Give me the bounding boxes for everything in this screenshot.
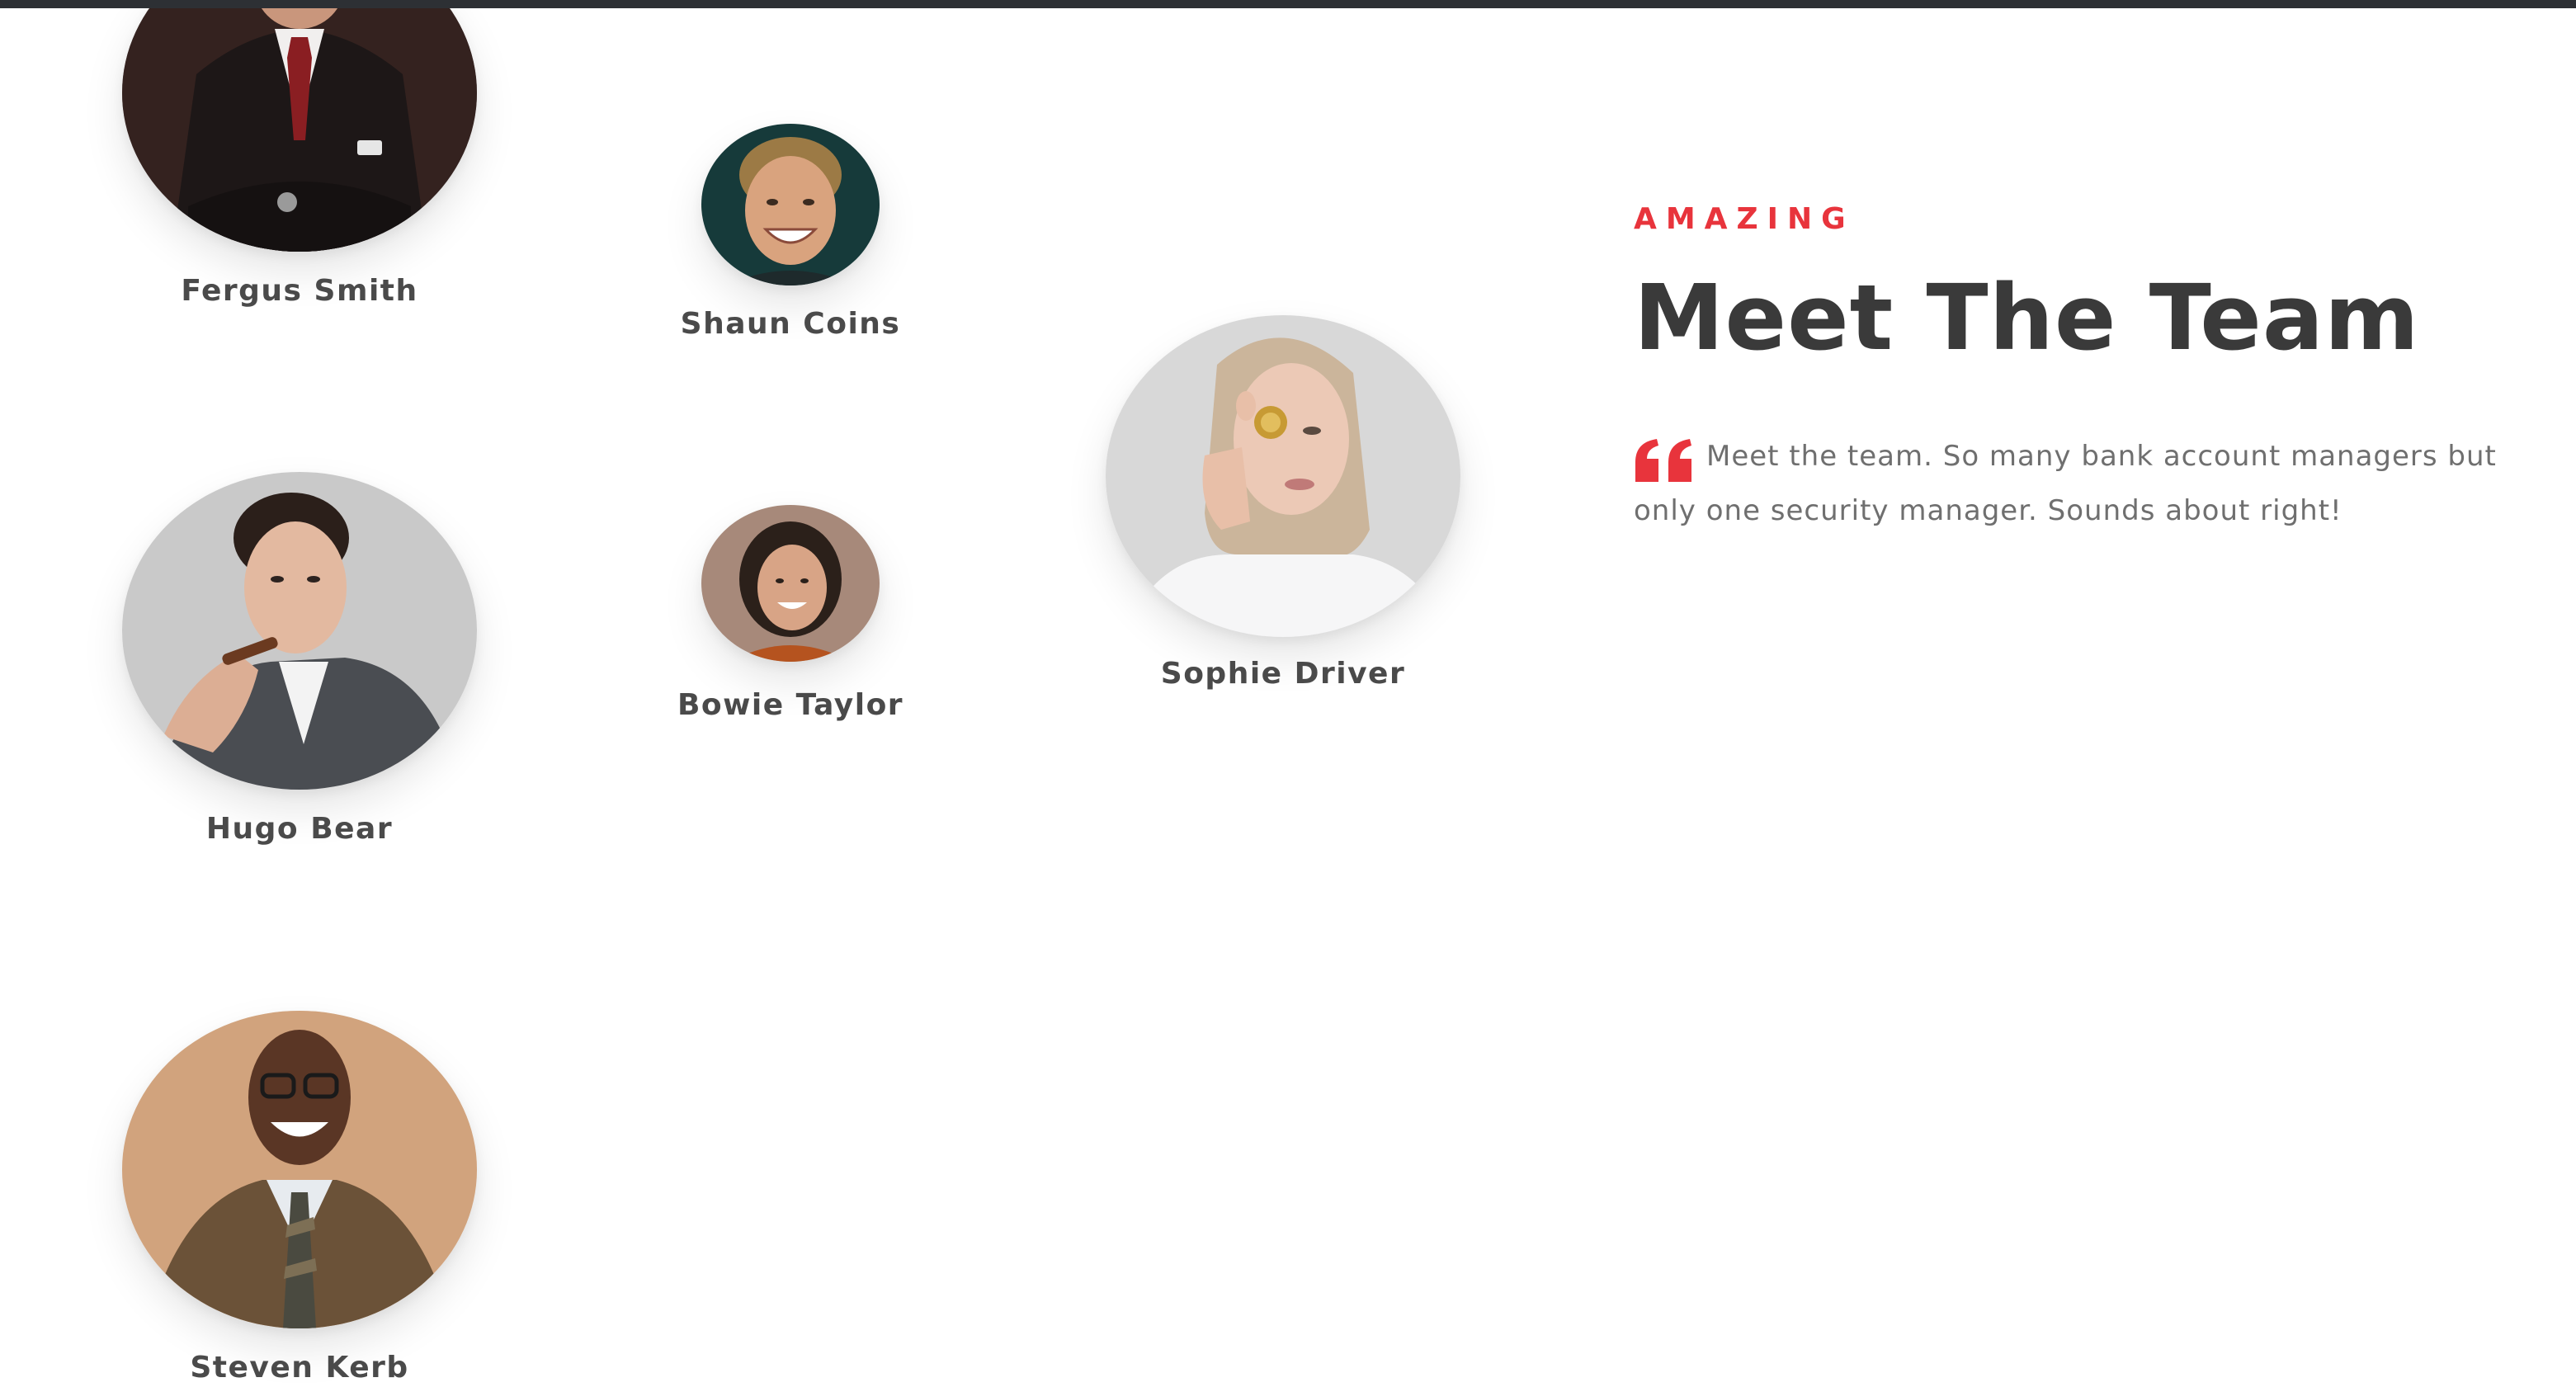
team-member-shaun-coins[interactable]: Shaun Coins: [681, 124, 899, 347]
avatar: [701, 124, 880, 285]
section-eyebrow: AMAZING: [1634, 202, 1855, 236]
avatar: [701, 505, 880, 662]
avatar: [1106, 315, 1460, 637]
description-text: Meet the team. So many bank account mana…: [1634, 440, 2497, 527]
member-name: Sophie Driver: [1160, 657, 1406, 691]
portrait-photo: [701, 505, 880, 662]
team-member-sophie-driver[interactable]: Sophie Driver: [1106, 315, 1460, 703]
intro-description: Meet the team. So many bank account mana…: [1634, 429, 2533, 538]
section-title: Meet The Team: [1634, 265, 2420, 370]
quote-icon: [1634, 437, 1695, 484]
member-name: Bowie Taylor: [677, 688, 904, 722]
portrait-photo: [122, 1011, 477, 1328]
browser-top-bar: [0, 0, 2576, 8]
portrait-photo: [122, 472, 477, 790]
avatar: [122, 0, 477, 252]
team-member-fergus-smith[interactable]: Fergus Smith: [122, 0, 477, 322]
avatar: [122, 1011, 477, 1328]
member-name: Shaun Coins: [680, 307, 901, 341]
portrait-photo: [701, 124, 880, 285]
portrait-photo: [1106, 315, 1460, 637]
member-name: Steven Kerb: [190, 1351, 409, 1385]
team-member-steven-kerb[interactable]: Steven Kerb: [122, 1011, 477, 1387]
avatar: [122, 472, 477, 790]
portrait-photo: [122, 0, 477, 252]
member-name: Fergus Smith: [181, 274, 418, 308]
team-member-bowie-taylor[interactable]: Bowie Taylor: [677, 505, 903, 728]
member-name: Hugo Bear: [205, 812, 394, 846]
team-member-hugo-bear[interactable]: Hugo Bear: [122, 472, 477, 860]
